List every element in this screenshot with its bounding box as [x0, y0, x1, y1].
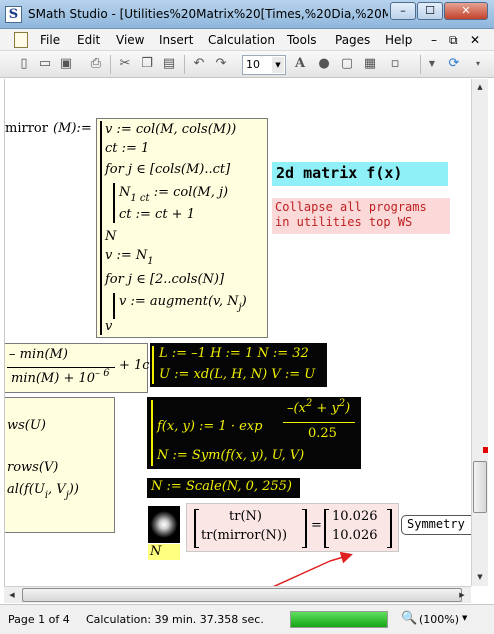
scroll-left-icon[interactable]: ◀ [4, 587, 20, 603]
scroll-right-icon[interactable]: ▶ [454, 587, 470, 603]
text-style-icon[interactable]: A [292, 56, 308, 72]
paste-icon[interactable]: ▤ [161, 56, 177, 72]
undo-icon[interactable]: ↶ [191, 56, 207, 72]
menu-file[interactable]: File [40, 33, 60, 47]
menu-help[interactable]: Help [385, 33, 412, 47]
chevron-down-icon[interactable]: ▼ [272, 57, 284, 73]
maximize-button[interactable]: ☐ [417, 2, 443, 20]
vertical-scroll-thumb[interactable] [473, 461, 487, 513]
open-folder-icon[interactable]: ▭ [37, 56, 53, 72]
document-icon[interactable] [14, 32, 28, 48]
toolbar-more-icon[interactable]: ▾ [470, 56, 486, 72]
menu-view[interactable]: View [116, 33, 144, 47]
cut-icon[interactable]: ✂ [117, 56, 133, 72]
insert-plot-icon[interactable]: ▦ [362, 56, 378, 72]
toolbar-chevron-down-icon[interactable]: ▼ [424, 56, 440, 72]
horizontal-scroll-thumb[interactable] [22, 588, 462, 602]
insert-image-icon[interactable]: ▢ [339, 56, 355, 72]
menu-calculation[interactable]: Calculation [208, 33, 275, 47]
mdi-restore-button[interactable]: ⧉ [449, 33, 458, 48]
title-bar: S SMath Studio - [Utilities%20Matrix%20[… [0, 0, 494, 29]
menu-insert[interactable]: Insert [159, 33, 193, 47]
calculate-icon[interactable]: ⟳ [446, 56, 462, 72]
calculation-time: Calculation: 39 min. 37.358 sec. [86, 613, 264, 626]
save-icon[interactable]: ▣ [58, 56, 74, 72]
menu-pages[interactable]: Pages [335, 33, 370, 47]
font-size-value: 10 [246, 58, 260, 71]
arrow-to-status [273, 560, 331, 586]
scroll-down-icon[interactable]: ▼ [472, 569, 488, 585]
arrow-to-trace [329, 551, 353, 564]
toolbar-overflow-icon[interactable]: ▫ [387, 56, 403, 72]
font-size-select[interactable]: 10 ▼ [242, 55, 286, 75]
menu-edit[interactable]: Edit [77, 33, 100, 47]
toolbar: ▯ ▭ ▣ ⎙ ✂ ❐ ▤ ↶ ↷ 10 ▼ A ● ▢ ▦ ▫ ▼ ⟳ ▾ [0, 51, 494, 78]
worksheet[interactable]: mirror (M):= v := col(M, cols(M)) ct := … [4, 79, 471, 586]
menu-bar: File Edit View Insert Calculation Tools … [0, 29, 494, 51]
scroll-up-icon[interactable]: ▲ [472, 79, 488, 95]
menu-tools[interactable]: Tools [287, 33, 317, 47]
zoom-icon[interactable]: 🔍 [401, 611, 417, 626]
status-bar: Page 1 of 4 Calculation: 39 min. 37.358 … [0, 604, 494, 634]
page-indicator: Page 1 of 4 [8, 613, 70, 626]
close-button[interactable]: ✕ [444, 2, 488, 20]
zoom-level[interactable]: (100%) [419, 613, 459, 626]
print-icon[interactable]: ⎙ [88, 56, 104, 72]
mdi-close-button[interactable]: ✕ [470, 33, 480, 47]
redo-icon[interactable]: ↷ [213, 56, 229, 72]
horizontal-scrollbar[interactable]: ◀ ▶ [4, 586, 471, 603]
insert-text-icon[interactable]: ● [316, 56, 332, 72]
scroll-marker [483, 447, 488, 453]
mdi-minimize-button[interactable]: – [431, 33, 437, 47]
progress-fill [291, 612, 387, 627]
annotation-arrows [273, 551, 353, 586]
minimize-button[interactable]: – [390, 2, 416, 20]
calculation-progress-bar [290, 611, 388, 628]
zoom-chevron-down-icon[interactable]: ▼ [462, 614, 467, 622]
vertical-scrollbar[interactable]: ▲ ▼ [471, 79, 488, 586]
new-document-icon[interactable]: ▯ [16, 56, 32, 72]
copy-icon[interactable]: ❐ [139, 56, 155, 72]
smath-app-icon: S [5, 6, 22, 23]
window-title: SMath Studio - [Utilities%20Matrix%20[Ti… [28, 7, 388, 21]
